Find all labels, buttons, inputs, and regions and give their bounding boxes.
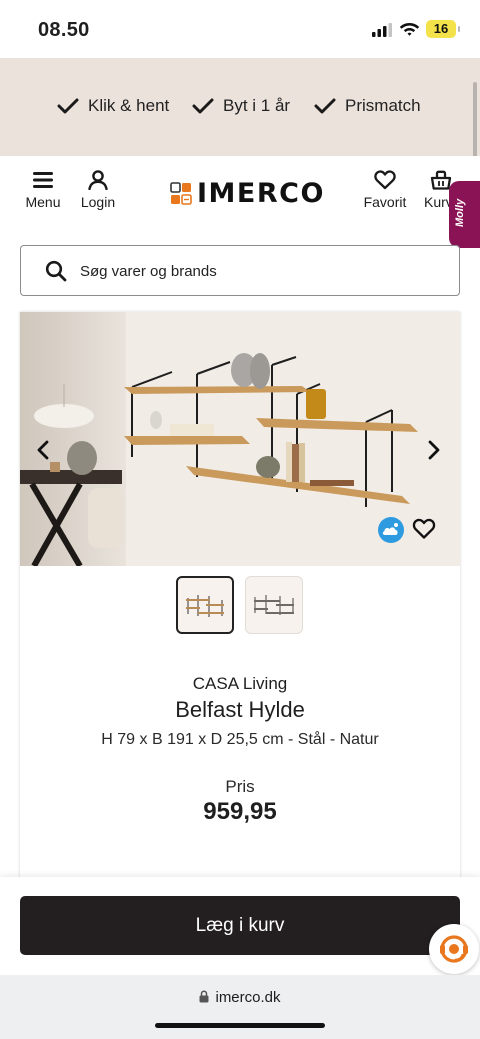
browser-address-bar[interactable]: imerco.dk bbox=[0, 975, 480, 1039]
usp-item-click-collect: Klik & hent bbox=[57, 96, 169, 116]
check-icon bbox=[57, 98, 79, 114]
lock-icon bbox=[199, 990, 209, 1003]
usp-label: Byt i 1 år bbox=[223, 96, 291, 115]
product-title: Belfast Hylde bbox=[175, 697, 305, 722]
favorites-button[interactable]: Favorit bbox=[360, 170, 410, 210]
clock: 08.50 bbox=[38, 19, 90, 41]
usp-label: Prismatch bbox=[345, 96, 421, 115]
thumbnail-image bbox=[254, 595, 294, 615]
user-icon bbox=[88, 170, 108, 190]
support-chat-icon bbox=[440, 935, 468, 963]
usp-item-exchange: Byt i 1 år bbox=[192, 96, 290, 116]
thumbnail-image bbox=[186, 595, 224, 617]
usp-label: Klik & hent bbox=[88, 96, 170, 115]
molly-chat-tab[interactable]: Molly bbox=[449, 181, 480, 248]
imerco-logo[interactable]: IMERCO bbox=[170, 178, 325, 209]
add-to-favorites-heart-icon[interactable] bbox=[412, 517, 436, 541]
menu-label: Menu bbox=[25, 194, 61, 210]
product-image-carousel[interactable] bbox=[20, 312, 460, 566]
product-description: H 79 x B 191 x D 25,5 cm - Stål - Natur bbox=[101, 731, 379, 748]
wifi-icon bbox=[399, 23, 420, 36]
chevron-left-icon[interactable] bbox=[32, 438, 56, 462]
favorites-label: Favorit bbox=[363, 194, 407, 210]
site-header: Menu Login IMERCO Favorit Kurv bbox=[0, 156, 480, 236]
login-label: Login bbox=[80, 194, 116, 210]
price-label: Pris bbox=[225, 777, 255, 796]
logo-wordmark: IMERCO bbox=[197, 178, 325, 209]
search-icon bbox=[45, 260, 67, 282]
check-icon bbox=[192, 98, 214, 114]
battery-indicator: 16 bbox=[426, 20, 460, 38]
usp-item-price-match: Prismatch bbox=[314, 96, 421, 116]
home-indicator[interactable] bbox=[155, 1023, 325, 1028]
product-brand[interactable]: CASA Living bbox=[20, 674, 460, 694]
product-price: 959,95 bbox=[203, 798, 277, 825]
status-bar: 08.50 16 bbox=[0, 0, 480, 58]
check-icon bbox=[314, 98, 336, 114]
menu-button[interactable]: Menu bbox=[22, 170, 64, 210]
sticky-add-to-cart-bar: Læg i kurv bbox=[0, 877, 480, 975]
search-bar[interactable] bbox=[20, 245, 460, 296]
hamburger-icon bbox=[33, 172, 53, 188]
logo-mark-icon bbox=[170, 181, 192, 205]
product-card: CASA Living Belfast Hylde H 79 x B 191 x… bbox=[20, 312, 460, 882]
usp-banner: Klik & hent Byt i 1 år Prismatch bbox=[0, 58, 480, 158]
cellular-signal-icon bbox=[372, 23, 392, 37]
scrollbar[interactable] bbox=[473, 82, 477, 158]
add-to-cart-button[interactable]: Læg i kurv bbox=[20, 896, 460, 955]
thumbnail-1[interactable] bbox=[176, 576, 234, 634]
molly-label: Molly bbox=[454, 198, 466, 227]
login-button[interactable]: Login bbox=[78, 170, 118, 210]
climate-badge-icon bbox=[378, 517, 404, 543]
thumbnail-2[interactable] bbox=[245, 576, 303, 634]
heart-icon bbox=[374, 170, 396, 190]
address-display[interactable]: imerco.dk bbox=[0, 989, 480, 1006]
cloud-icon bbox=[382, 523, 398, 535]
url-text: imerco.dk bbox=[215, 989, 281, 1006]
chat-widget-button[interactable] bbox=[429, 924, 479, 974]
chevron-right-icon[interactable] bbox=[421, 438, 445, 462]
search-input[interactable] bbox=[80, 256, 440, 286]
